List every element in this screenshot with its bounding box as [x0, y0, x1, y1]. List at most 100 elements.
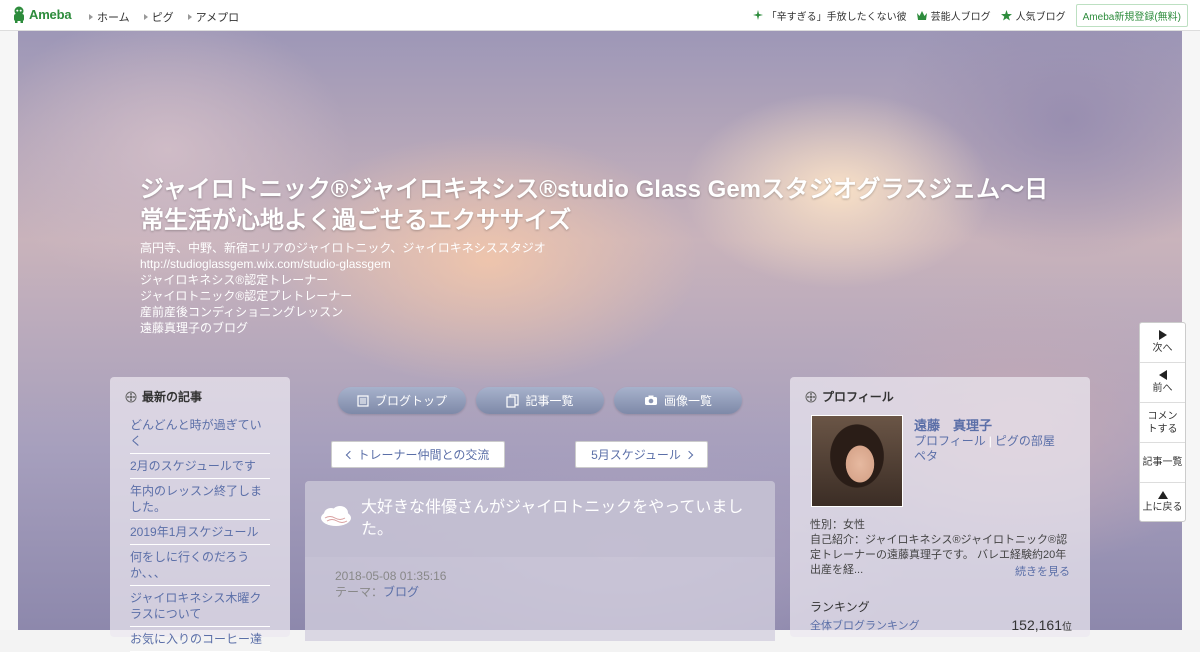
recent-article-link[interactable]: 年内のレッスン終了しました。: [130, 484, 262, 514]
comment-label: コメントする: [1147, 410, 1178, 435]
recent-article-link[interactable]: ジャイロキネシス木曜クラスについて: [130, 591, 261, 621]
chevron-left-icon: [345, 450, 354, 459]
top-bar: Ameba ホーム ピグ アメプロ 「辛すぎる」手放したくない彼 芸能人ブログ …: [0, 0, 1200, 31]
triangle-left-icon: [1158, 370, 1167, 380]
nav-pigg-label: ピグ: [151, 12, 174, 24]
list-item: 何をしに行くのだろうか、、、: [130, 545, 270, 586]
triangle-right-icon: [143, 14, 148, 20]
article-theme-link[interactable]: ブログ: [383, 585, 419, 599]
blog-description-line: ジャイロキネシス®認定トレーナー: [140, 273, 329, 287]
popular-blog-label: 人気ブログ: [1015, 11, 1066, 23]
profile-link[interactable]: プロフィール: [914, 434, 986, 448]
recent-article-link[interactable]: 何をしに行くのだろうか、、、: [130, 550, 249, 580]
nav-home[interactable]: ホーム: [89, 9, 130, 25]
ameba-logo-text: Ameba: [29, 7, 72, 22]
article-list-side-button[interactable]: 記事一覧: [1140, 443, 1185, 483]
prev-article-link[interactable]: トレーナー仲間との交流: [331, 441, 505, 468]
top-nav: ホーム ピグ アメプロ: [89, 9, 253, 25]
article-theme-label: テーマ：: [335, 585, 384, 599]
recent-articles-title: 最新の記事: [142, 390, 203, 404]
avatar[interactable]: [811, 415, 903, 507]
triangle-right-icon: [89, 14, 93, 20]
blog-description-line: ジャイロトニック®認定プレトレーナー: [140, 289, 353, 303]
article-theme: テーマ：ブログ: [335, 584, 446, 600]
peta-link[interactable]: ペタ: [914, 449, 938, 463]
blog-title[interactable]: ジャイロトニック®ジャイロキネシス®studio Glass Gemスタジオグラ…: [140, 174, 1050, 236]
prev-button[interactable]: 前へ: [1140, 363, 1185, 403]
next-label: 次へ: [1152, 343, 1173, 354]
document-icon: [357, 394, 369, 407]
article-list-side-label: 記事一覧: [1142, 457, 1183, 468]
nav-amepro-label: アメプロ: [195, 12, 240, 24]
prev-label: 前へ: [1152, 383, 1173, 394]
profile-gender: 性別：女性: [810, 519, 865, 531]
prev-article-label: トレーナー仲間との交流: [357, 448, 490, 462]
crown-icon: [916, 10, 927, 20]
article-header: 大好きな俳優さんがジャイロトニックをやっていました。: [305, 481, 775, 557]
ranking-unit: 位: [1062, 622, 1072, 633]
ameba-logo-icon: [14, 6, 24, 23]
recent-articles-list: どんどんと時が過ぎていく 2月のスケジュールです 年内のレッスン終了しました。 …: [130, 413, 270, 652]
register-button[interactable]: Ameba新規登録(無料): [1075, 3, 1188, 27]
recent-article-link[interactable]: 2019年1月スケジュール: [130, 525, 259, 539]
separator: |: [988, 434, 992, 448]
blog-description-line: 高円寺、中野、新宿エリアのジャイロトニック、ジャイロキネシススタジオ: [140, 241, 546, 255]
ranking-number: 152,161: [1011, 617, 1062, 633]
topic-link-label: 「辛すぎる」手放したくない彼: [766, 11, 907, 23]
recent-article-link[interactable]: 2月のスケジュールです: [130, 459, 256, 473]
list-item: 年内のレッスン終了しました。: [130, 479, 270, 520]
ranking-link[interactable]: 全体ブログランキング: [810, 617, 920, 633]
popular-blog-link[interactable]: 人気ブログ: [1000, 8, 1066, 23]
read-more-link[interactable]: 続きを見る: [1015, 563, 1070, 579]
page-margin-left: [0, 30, 18, 630]
article-entry: 大好きな俳優さんがジャイロトニックをやっていました。 2018-05-08 01…: [305, 481, 775, 641]
triangle-right-icon: [187, 14, 192, 20]
next-article-label: 5月スケジュール: [591, 448, 681, 462]
top-right-links: 「辛すぎる」手放したくない彼 芸能人ブログ 人気ブログ Ameba新規登録(無料…: [752, 0, 1200, 30]
next-button[interactable]: 次へ: [1140, 323, 1185, 363]
pages-icon: [506, 393, 520, 408]
blog-description-line: 産前産後コンディショニングレッスン: [140, 305, 344, 319]
ranking-title: ランキング: [810, 600, 870, 614]
article-meta: 2018-05-08 01:35:16 テーマ：ブログ: [335, 568, 446, 600]
profile-name[interactable]: 遠藤 真理子: [914, 415, 992, 434]
profile-links: プロフィール | ピグの部屋 ペタ: [914, 434, 1064, 464]
topic-link[interactable]: 「辛すぎる」手放したくない彼: [752, 8, 907, 23]
back-to-top-button[interactable]: 上に戻る: [1140, 483, 1185, 522]
ranking-value: 152,161位: [1011, 617, 1072, 633]
nav-home-label: ホーム: [97, 12, 130, 24]
image-list-button[interactable]: 画像一覧: [614, 387, 742, 414]
back-to-top-label: 上に戻る: [1142, 502, 1183, 513]
floating-side-nav: 次へ 前へ コメントする 記事一覧 上に戻る: [1139, 322, 1186, 522]
blog-top-button[interactable]: ブログトップ: [338, 387, 466, 414]
list-item: 2月のスケジュールです: [130, 454, 270, 479]
next-article-link[interactable]: 5月スケジュール: [575, 441, 708, 468]
profile-title: プロフィール: [822, 390, 894, 404]
article-list-button[interactable]: 記事一覧: [476, 387, 604, 414]
profile-box: プロフィール 遠藤 真理子 プロフィール | ピグの部屋 ペタ 性別：女性 自己紹介…: [790, 377, 1090, 637]
flower-icon: [125, 391, 137, 402]
comment-button[interactable]: コメントする: [1140, 403, 1185, 443]
recent-articles-box: 最新の記事 どんどんと時が過ぎていく 2月のスケジュールです 年内のレッスン終了…: [110, 377, 290, 652]
cloud-icon: [321, 506, 351, 526]
article-title[interactable]: 大好きな俳優さんがジャイロトニックをやっていました。: [361, 497, 761, 541]
list-item: 2019年1月スケジュール: [130, 520, 270, 545]
celebrity-blog-label: 芸能人ブログ: [930, 11, 991, 23]
nav-amepro[interactable]: アメプロ: [187, 9, 240, 25]
list-item: どんどんと時が過ぎていく: [130, 413, 270, 454]
nav-pigg[interactable]: ピグ: [143, 9, 174, 25]
ameba-logo[interactable]: Ameba: [12, 6, 72, 23]
profile-heading: プロフィール: [805, 388, 1090, 405]
list-item: お気に入りのコーヒー達: [130, 627, 270, 652]
triangle-up-icon: [1157, 491, 1168, 499]
recent-article-link[interactable]: お気に入りのコーヒー達: [130, 632, 262, 646]
blog-description-line: http://studioglassgem.wix.com/studio-gla…: [140, 257, 391, 271]
pigg-room-link[interactable]: ピグの部屋: [995, 434, 1055, 448]
blog-top-label: ブログトップ: [374, 394, 447, 408]
celebrity-blog-link[interactable]: 芸能人ブログ: [916, 8, 991, 23]
recent-article-link[interactable]: どんどんと時が過ぎていく: [130, 418, 262, 448]
sparkle-icon: [752, 10, 763, 20]
image-list-label: 画像一覧: [663, 394, 712, 408]
article-date: 2018-05-08 01:35:16: [335, 569, 447, 583]
camera-icon: [644, 395, 657, 405]
